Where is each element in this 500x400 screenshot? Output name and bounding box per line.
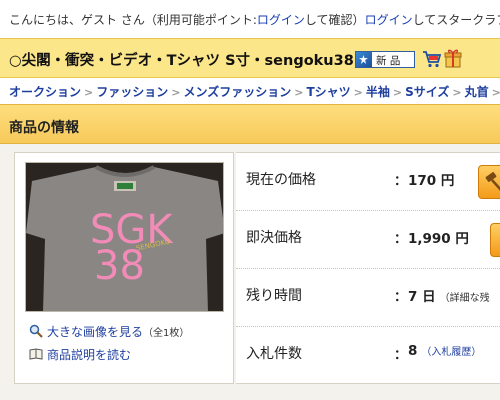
book-icon	[29, 348, 43, 360]
points-suffix: して確認）	[304, 13, 365, 27]
star-icon	[356, 52, 372, 67]
time-left-detail-link[interactable]: （詳細な残	[440, 293, 490, 304]
new-item-label: 新 品	[376, 55, 401, 67]
points-prefix: （利用可能ポイント:	[144, 13, 257, 27]
colon: ：	[394, 174, 408, 189]
item-title: ○尖閣・衝突・ビデオ・Tシャツ S寸・sengoku38	[9, 53, 354, 69]
time-left-label: 残り時間	[246, 288, 302, 304]
breadcrumb-item-s-size[interactable]: Sサイズ	[405, 85, 449, 99]
user-name: ゲスト	[81, 13, 118, 27]
photo-box: SGK 38 SENGOKU 大きな画像を見る（全1枚） 商品説明を読む	[14, 152, 234, 384]
time-left-row: 残り時間 ： 7 日 （詳細な残	[236, 269, 500, 327]
item-title-bar: ○尖閣・衝突・ビデオ・Tシャツ S寸・sengoku38 新 品	[0, 38, 500, 78]
breadcrumb-separator: >	[491, 86, 500, 99]
bid-button[interactable]	[478, 165, 500, 199]
breadcrumb-item-auction[interactable]: オークション	[9, 85, 81, 99]
colon: ：	[394, 348, 408, 363]
breadcrumb-item-tshirt[interactable]: Tシャツ	[306, 85, 350, 99]
image-count: （全1枚）	[143, 328, 190, 339]
view-large-image-link[interactable]: 大きな画像を見る	[47, 325, 143, 339]
bid-count: 8	[408, 343, 418, 359]
price-info-table: 現在の価格 ： 170 円 即決価格 ： 1,990 円 残り時間 ： 7 日 （…	[236, 152, 500, 384]
honorific: さん	[117, 13, 145, 27]
buyout-price-value: 1,990 円	[408, 231, 469, 247]
bid-count-row: 入札件数 ： 8 （入札履歴）	[236, 327, 500, 385]
bid-count-label: 入札件数	[246, 346, 302, 362]
time-left-days: 7 日	[408, 289, 436, 305]
new-item-badge: 新 品	[355, 51, 415, 68]
breadcrumb-item-fashion[interactable]: ファッション	[96, 85, 168, 99]
gavel-icon	[485, 172, 500, 191]
current-price-value: 170 円	[408, 173, 455, 189]
current-price-row: 現在の価格 ： 170 円	[236, 153, 500, 211]
breadcrumb-item-short-sleeve[interactable]: 半袖	[366, 85, 390, 99]
points-login-link[interactable]: ログイン	[257, 13, 305, 27]
tshirt-image: SGK 38 SENGOKU	[26, 163, 223, 311]
gift-icon[interactable]	[444, 47, 462, 69]
breadcrumb-separator: >	[294, 86, 304, 99]
magnifier-icon	[29, 324, 43, 338]
breadcrumb-separator: >	[171, 86, 181, 99]
breadcrumb-separator: >	[84, 86, 94, 99]
bid-history-link[interactable]: （入札履歴）	[421, 347, 481, 358]
colon: ：	[394, 290, 408, 305]
breadcrumb-separator: >	[392, 86, 403, 99]
buyout-button[interactable]	[490, 223, 500, 257]
greeting-bar: こんにちは、ゲスト さん（利用可能ポイント:ログインして確認）ログインしてスター…	[0, 0, 500, 38]
time-left-value: 7 日 （詳細な残	[408, 285, 490, 305]
breadcrumb-separator: >	[452, 86, 462, 99]
current-price-label: 現在の価格	[246, 172, 316, 188]
breadcrumb: オークション > ファッション > メンズファッション > Tシャツ > 半袖 > Sサイズ > 丸首 >…	[0, 78, 500, 104]
login-link[interactable]: ログイン	[365, 13, 413, 27]
section-title: 商品の情報	[9, 120, 79, 136]
description-row: 商品説明を読む	[29, 346, 131, 363]
breadcrumb-item-mens-fashion[interactable]: メンズファッション	[183, 85, 291, 99]
buyout-price-row: 即決価格 ： 1,990 円	[236, 211, 500, 269]
breadcrumb-separator: >	[353, 86, 363, 99]
item-info-header: 商品の情報	[0, 104, 500, 144]
colon: ：	[394, 232, 408, 247]
shopping-cart-icon[interactable]	[422, 50, 442, 68]
read-description-link[interactable]: 商品説明を読む	[47, 348, 131, 362]
buyout-price-label: 即決価格	[246, 230, 302, 246]
bid-count-value: 8 （入札履歴）	[408, 343, 481, 359]
item-info-panel: SGK 38 SENGOKU 大きな画像を見る（全1枚） 商品説明を読む 現在の…	[0, 144, 500, 400]
item-photo[interactable]: SGK 38 SENGOKU	[25, 162, 224, 312]
large-image-row: 大きな画像を見る（全1枚）	[29, 323, 189, 340]
starclub-text: してスタークラブのラン	[412, 13, 500, 27]
breadcrumb-item-crew-neck[interactable]: 丸首	[465, 85, 489, 99]
greeting-hello: こんにちは、	[9, 13, 82, 27]
